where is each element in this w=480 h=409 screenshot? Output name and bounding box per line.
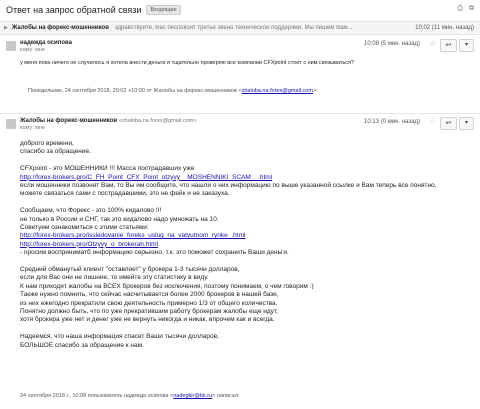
research-article-link[interactable]: http://forex-brokers.pro/issledovanie_fo… xyxy=(20,232,245,239)
collapsed-message[interactable]: ▶ Жалобы на форекс-мошенников здравствуй… xyxy=(0,21,480,35)
text-line: К нам приходят жалобы на ВСЕХ брокеров б… xyxy=(20,282,314,290)
text-line: Также нужно помнить, что сейчас насчитыв… xyxy=(20,291,279,299)
text-line: БОЛЬШОЕ спасибо за обращение к нам. xyxy=(20,341,144,349)
reply-button[interactable]: ↩ xyxy=(440,39,457,52)
star-icon[interactable]: ☆ xyxy=(429,39,436,48)
more-button[interactable]: ▾ xyxy=(459,117,474,130)
message2-date: 10:13 (0 мин. назад) xyxy=(364,119,420,125)
quote-email-link[interactable]: zhaloba.na.forex@gmail.com xyxy=(242,88,313,94)
new-window-icon[interactable]: ⧉ xyxy=(469,5,474,13)
text-line: не только в России и СНГ, так это кидало… xyxy=(20,215,219,223)
message2-recipient[interactable]: кому: мне xyxy=(20,125,480,131)
subject-bar: Ответ на запрос обратной связи Входящие … xyxy=(0,0,480,20)
text-line: CFXpoint - это МОШЕННИКИ !!! Масса постр… xyxy=(20,165,195,173)
message2-sender-email: <zhaloba.na.forex@gmail.com> xyxy=(118,118,197,124)
message1-quote: Понедельник, 24 сентября 2018, 20:02 +10… xyxy=(28,88,318,94)
message2-header: Жалобы на форекс-мошенников <zhaloba.na.… xyxy=(0,117,480,131)
collapsed-sender: Жалобы на форекс-мошенников xyxy=(11,25,109,31)
label-tag[interactable]: Входящие xyxy=(146,5,181,15)
reply-icon: ↩ xyxy=(445,120,452,127)
top-actions: ⎙ ⧉ xyxy=(457,5,474,13)
footer-prefix: 24 сентября 2018 г., 10:08 пользователь … xyxy=(20,393,174,399)
more-icon: ▾ xyxy=(464,120,468,126)
collapsed-date: 10:02 (11 мин. назад) xyxy=(415,25,474,31)
text-line: спасибо за обращение. xyxy=(20,148,91,156)
quoted-footer: 24 сентября 2018 г., 10:08 пользователь … xyxy=(20,393,240,399)
expand-arrow-icon[interactable]: ▶ xyxy=(4,25,8,31)
text-line: Надеемся, что наша информация спасет Ваш… xyxy=(20,333,219,341)
message1-recipient[interactable]: кому: мне xyxy=(20,47,480,53)
message2-body: доброго времени, спасибо за обращение. C… xyxy=(20,140,460,358)
footer-suffix: > написал: xyxy=(212,393,240,399)
quote-suffix: >: xyxy=(312,88,318,94)
email-subject: Ответ на запрос обратной связи xyxy=(6,5,142,15)
message2-sender: Жалобы на форекс-мошенников xyxy=(20,118,118,124)
text-line: если для Вас они не лишние, то имейте эт… xyxy=(20,274,209,282)
quote-prefix: Понедельник, 24 сентября 2018, 20:02 +10… xyxy=(28,88,242,94)
reply-icon: ↩ xyxy=(445,42,452,49)
scam-article-link[interactable]: http://forex-brokers.pro/C_FH_Point_CFX_… xyxy=(20,174,272,181)
text-line: из них ежегодно прекратили свою деятельн… xyxy=(20,299,278,307)
text-line: Сообщаем, что Форекс - это 100% кидалово… xyxy=(20,207,162,215)
star-icon[interactable]: ☆ xyxy=(429,117,436,126)
message1-date: 10:08 (5 мин. назад) xyxy=(364,41,420,47)
footer-email-link[interactable]: nadegkir@bk.ru xyxy=(173,393,212,399)
message-divider xyxy=(0,113,480,114)
reviews-article-link[interactable]: http://forex-brokers.pro/Otzyvy_o_broker… xyxy=(20,241,158,248)
text-line: можете связаться сами с пострадавшими, э… xyxy=(20,190,230,198)
collapsed-snippet: здравствуйте, Вас беспокоит третье звено… xyxy=(114,25,353,31)
more-icon: ▾ xyxy=(464,42,468,48)
printer-icon[interactable]: ⎙ xyxy=(457,5,463,13)
text-line: хотя брокера уже нет и денег уже не верн… xyxy=(20,316,275,324)
reply-button[interactable]: ↩ xyxy=(440,117,457,130)
text-line: - просим восприниматб информацию серьезн… xyxy=(20,249,289,257)
message1-header: надежда осипова кому: мне 10:08 (5 мин. … xyxy=(0,39,480,53)
message1-body: у меня пока ничего не случилось я хотела… xyxy=(20,60,355,66)
more-button[interactable]: ▾ xyxy=(459,39,474,52)
text-line: Советуем ознакомиться с этими статьями: xyxy=(20,224,149,232)
